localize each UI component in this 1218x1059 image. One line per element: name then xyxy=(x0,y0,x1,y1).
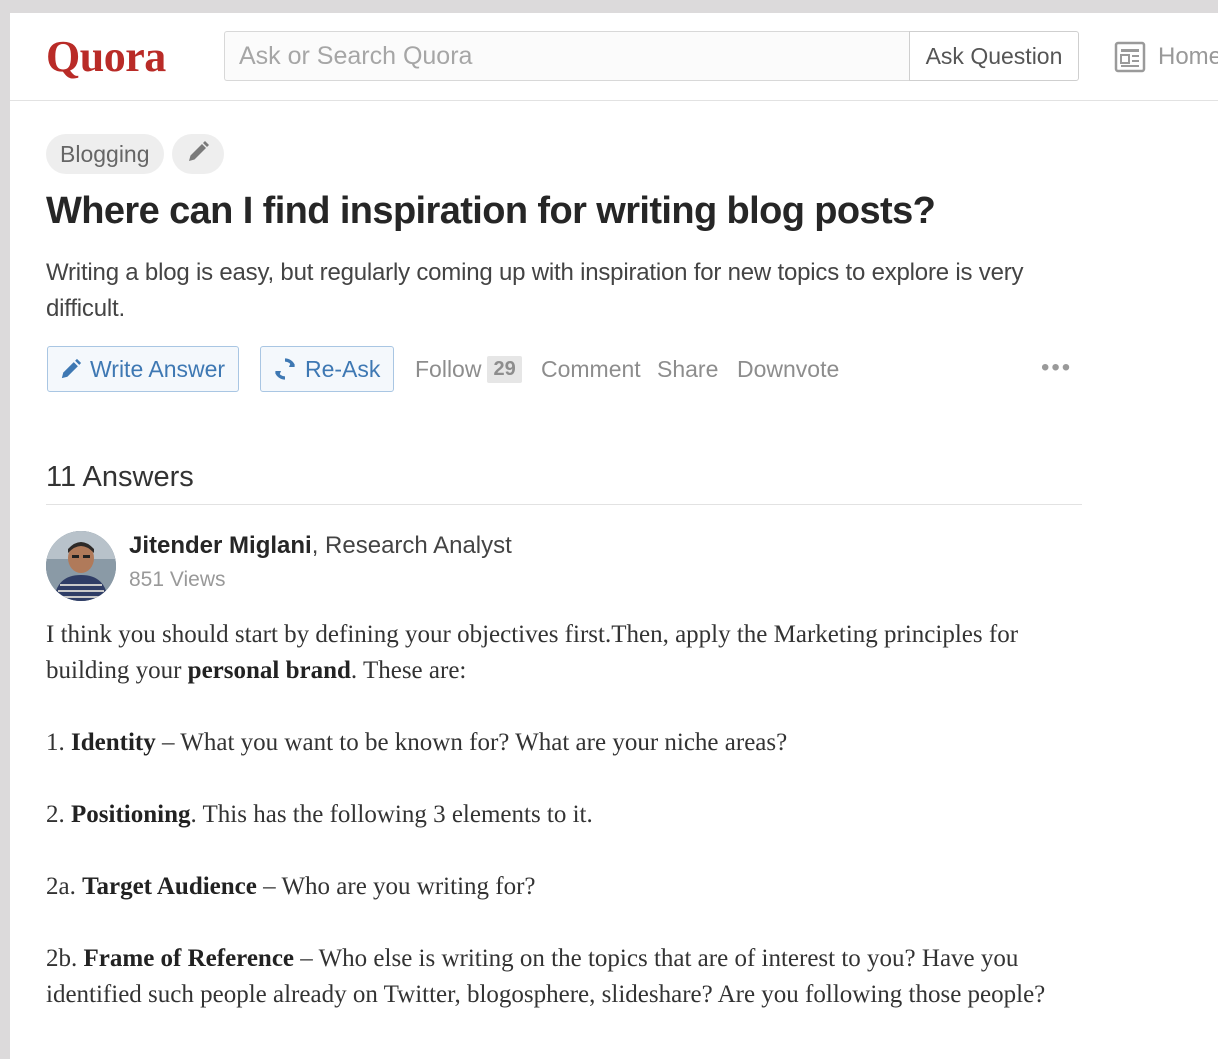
paragraph-text: 2. xyxy=(46,801,71,828)
newspaper-icon xyxy=(1114,41,1146,73)
author-name[interactable]: Jitender Miglani xyxy=(129,532,312,559)
answer-paragraph: 2b. Frame of Reference – Who else is wri… xyxy=(46,941,1086,1013)
topic-tag-blogging[interactable]: Blogging xyxy=(46,134,164,174)
answer-view-count: 851 Views xyxy=(129,568,226,591)
answers-divider xyxy=(46,504,1082,505)
nav-home-label: Home xyxy=(1158,43,1218,70)
topic-row: Blogging xyxy=(46,134,224,174)
reask-button[interactable]: Re-Ask xyxy=(260,346,394,392)
answer-paragraph: 2. Positioning. This has the following 3… xyxy=(46,797,1086,833)
answer-paragraph: 1. Identity – What you want to be known … xyxy=(46,725,1086,761)
more-options-button[interactable]: ••• xyxy=(1041,354,1072,382)
page: Quora Ask Question Home Blogging xyxy=(10,13,1218,1059)
answer-author-line: Jitender Miglani, Research Analyst xyxy=(129,532,512,560)
question-title: Where can I find inspiration for writing… xyxy=(46,190,936,232)
answer-body: I think you should start by defining you… xyxy=(46,617,1086,1049)
paragraph-bold-text: personal brand xyxy=(187,657,351,684)
paragraph-bold-text: Identity xyxy=(71,729,156,756)
follow-label: Follow xyxy=(415,356,482,382)
paragraph-text: . These are: xyxy=(350,657,467,684)
pencil-icon xyxy=(60,358,82,380)
avatar[interactable] xyxy=(46,531,116,601)
paragraph-text: – What you want to be known for? What ar… xyxy=(155,729,788,756)
paragraph-text: . This has the following 3 elements to i… xyxy=(190,801,593,828)
quora-logo[interactable]: Quora xyxy=(46,31,166,82)
write-answer-button[interactable]: Write Answer xyxy=(47,346,239,392)
paragraph-text: 1. xyxy=(46,729,71,756)
author-credential: , Research Analyst xyxy=(311,532,512,559)
question-action-bar: Write Answer Re-Ask Follow 29 Comment Sh… xyxy=(46,346,1086,394)
answer-paragraph: I think you should start by defining you… xyxy=(46,617,1086,689)
share-button[interactable]: Share xyxy=(657,356,718,383)
ask-question-button[interactable]: Ask Question xyxy=(909,31,1079,81)
comment-button[interactable]: Comment xyxy=(541,356,641,383)
question-details: Writing a blog is easy, but regularly co… xyxy=(46,259,1024,322)
top-nav-bar: Quora Ask Question Home xyxy=(10,13,1218,101)
paragraph-text: 2b. xyxy=(46,945,84,972)
answer-paragraph: 2a. Target Audience – Who are you writin… xyxy=(46,869,1086,905)
answers-count-heading: 11 Answers xyxy=(46,461,194,493)
paragraph-bold-text: Target Audience xyxy=(82,873,257,900)
reask-label: Re-Ask xyxy=(305,355,381,382)
paragraph-text: – Who are you writing for? xyxy=(256,873,536,900)
nav-home[interactable]: Home xyxy=(1114,41,1218,73)
pencil-icon xyxy=(186,140,210,169)
paragraph-bold-text: Positioning xyxy=(71,801,191,828)
downvote-button[interactable]: Downvote xyxy=(737,356,839,383)
paragraph-text: 2a. xyxy=(46,873,83,900)
paragraph-bold-text: Frame of Reference xyxy=(83,945,295,972)
refresh-icon xyxy=(273,357,297,381)
edit-topics-button[interactable] xyxy=(171,134,224,174)
search-input[interactable] xyxy=(224,31,910,81)
follow-count-badge: 29 xyxy=(487,356,522,383)
write-answer-label: Write Answer xyxy=(90,355,226,382)
follow-button[interactable]: Follow 29 xyxy=(415,356,522,383)
